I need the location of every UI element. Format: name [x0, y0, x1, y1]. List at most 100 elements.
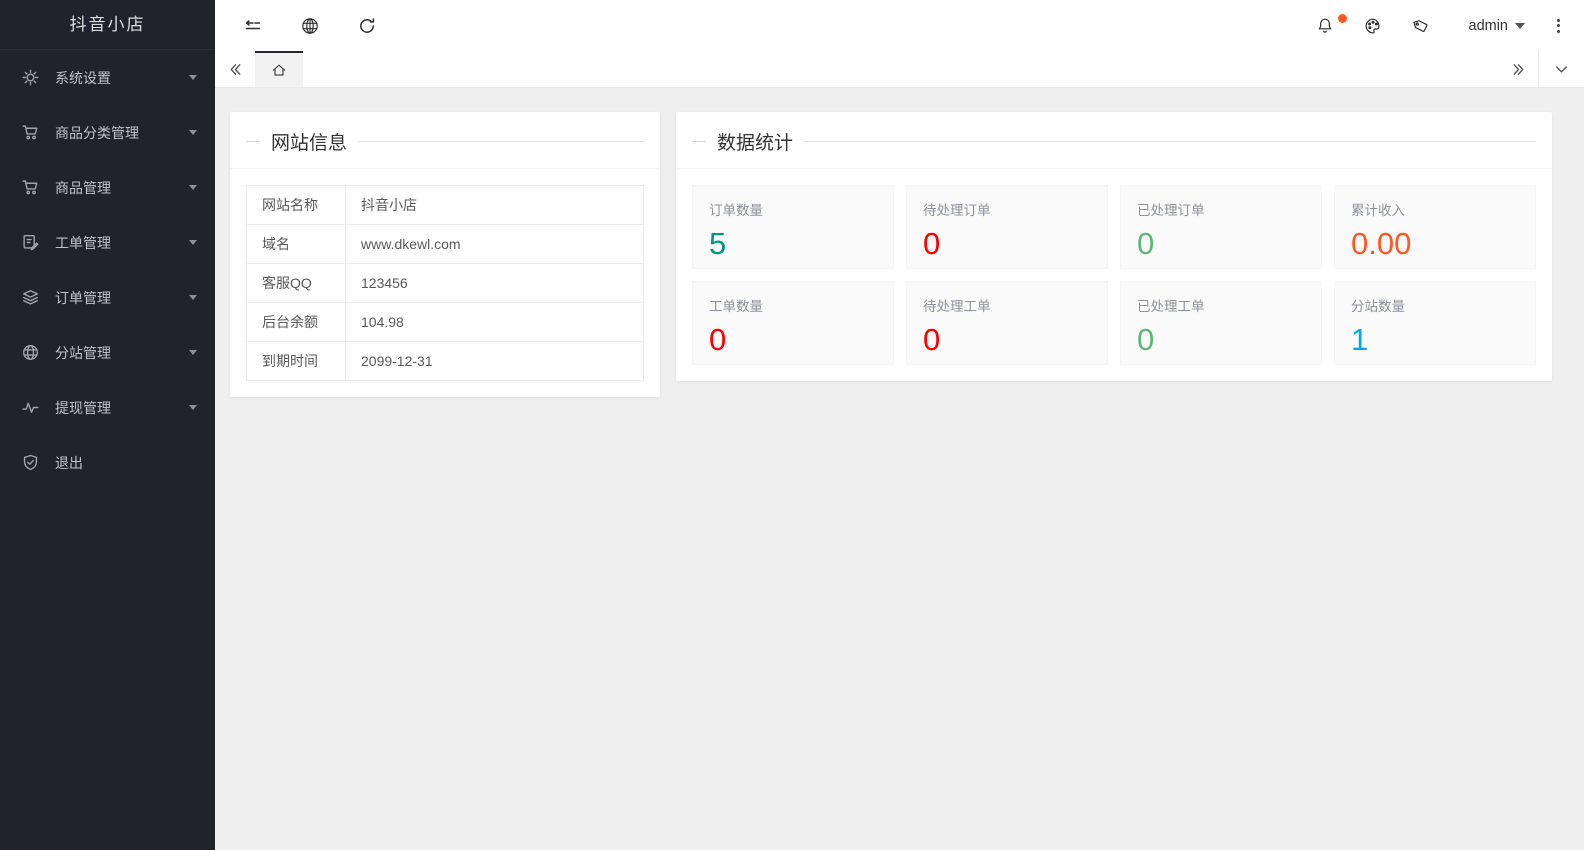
stat-processed-workorders: 已处理工单 0 [1120, 281, 1322, 365]
stat-pending-workorders: 待处理工单 0 [906, 281, 1108, 365]
stat-value: 5 [709, 226, 877, 262]
table-row: 客服QQ 123456 [247, 264, 644, 303]
row-value: 2099-12-31 [346, 342, 644, 381]
bell-icon[interactable] [1315, 16, 1335, 36]
shield-check-icon [22, 454, 39, 471]
row-value: www.dkewl.com [346, 225, 644, 264]
sidebar-item-orders[interactable]: 订单管理 [0, 270, 215, 325]
home-icon [271, 62, 287, 78]
site-info-body: 网站名称 抖音小店 域名 www.dkewl.com 客服QQ 123456 [230, 169, 660, 397]
sidebar-item-logout[interactable]: 退出 [0, 435, 215, 490]
sidebar-item-withdrawals[interactable]: 提现管理 [0, 380, 215, 435]
site-info-card: 网站信息 网站名称 抖音小店 域名 www.dkewl.com [230, 112, 660, 397]
stat-value: 1 [1351, 322, 1519, 358]
sidebar-item-substations[interactable]: 分站管理 [0, 325, 215, 380]
tabs-scroll-left-button[interactable] [215, 51, 255, 87]
stat-value: 0 [923, 226, 1091, 262]
gear-icon [22, 69, 39, 86]
refresh-icon[interactable] [357, 16, 377, 36]
sidebar-item-work-orders[interactable]: 工单管理 [0, 215, 215, 270]
chevron-down-icon [189, 75, 197, 84]
stat-value: 0 [923, 322, 1091, 358]
sidebar-item-product-management[interactable]: 商品管理 [0, 160, 215, 215]
notification-dot [1338, 14, 1347, 23]
cart-icon [22, 124, 39, 141]
table-row: 后台余额 104.98 [247, 303, 644, 342]
user-name: admin [1469, 18, 1509, 34]
collapse-menu-icon[interactable] [243, 16, 263, 36]
sidebar-item-label: 商品分类管理 [55, 123, 189, 143]
tab-bar [215, 51, 1584, 88]
chevron-down-icon [189, 350, 197, 359]
chevron-down-icon [189, 185, 197, 194]
sidebar-item-label: 分站管理 [55, 343, 189, 363]
table-row: 到期时间 2099-12-31 [247, 342, 644, 381]
table-row: 网站名称 抖音小店 [247, 186, 644, 225]
stat-value: 0 [1137, 226, 1305, 262]
stat-label: 待处理工单 [923, 295, 1091, 315]
stat-substation-count: 分站数量 1 [1334, 281, 1536, 365]
tabs-empty-space [303, 51, 1498, 87]
pulse-icon [22, 399, 39, 416]
top-header: admin [215, 0, 1584, 51]
sidebar-item-label: 订单管理 [55, 288, 189, 308]
sidebar-item-label: 系统设置 [55, 68, 189, 88]
site-info-table: 网站名称 抖音小店 域名 www.dkewl.com 客服QQ 123456 [246, 185, 644, 381]
row-label: 到期时间 [247, 342, 346, 381]
palette-icon[interactable] [1363, 16, 1383, 36]
statistics-header: 数据统计 [676, 112, 1552, 169]
globe-icon [22, 344, 39, 361]
statistics-card: 数据统计 订单数量 5 待处理订单 0 已处理订单 0 [676, 112, 1552, 381]
layers-icon [22, 289, 39, 306]
sidebar-menu: 系统设置 商品分类管理 商品管理 [0, 50, 215, 850]
site-info-header: 网站信息 [230, 112, 660, 169]
stat-label: 累计收入 [1351, 199, 1519, 219]
row-label: 网站名称 [247, 186, 346, 225]
tab-home[interactable] [255, 51, 303, 87]
sidebar-item-label: 工单管理 [55, 233, 189, 253]
stat-value: 0 [709, 322, 877, 358]
work-order-icon [22, 234, 39, 251]
user-menu[interactable]: admin [1469, 18, 1526, 34]
row-value: 104.98 [346, 303, 644, 342]
tabs-dropdown-button[interactable] [1538, 51, 1584, 87]
chevron-down-icon [1515, 23, 1525, 34]
app-logo: 抖音小店 [0, 0, 215, 50]
stat-label: 已处理工单 [1137, 295, 1305, 315]
stat-label: 已处理订单 [1137, 199, 1305, 219]
row-label: 客服QQ [247, 264, 346, 303]
stat-total-income: 累计收入 0.00 [1334, 185, 1536, 269]
chevron-down-icon [189, 240, 197, 249]
stat-value: 0 [1137, 322, 1305, 358]
stat-value: 0.00 [1351, 226, 1519, 262]
chevron-down-icon [189, 295, 197, 304]
stat-order-count: 订单数量 5 [692, 185, 894, 269]
kebab-menu-icon[interactable] [1553, 17, 1564, 35]
tabs-scroll-right-button[interactable] [1498, 51, 1538, 87]
chevron-down-icon [189, 130, 197, 139]
stat-label: 订单数量 [709, 199, 877, 219]
cart-icon [22, 179, 39, 196]
stat-workorder-count: 工单数量 0 [692, 281, 894, 365]
site-info-title: 网站信息 [246, 128, 644, 155]
header-right-actions: admin [1315, 16, 1565, 36]
globe-icon[interactable] [300, 16, 320, 36]
stat-label: 工单数量 [709, 295, 877, 315]
table-row: 域名 www.dkewl.com [247, 225, 644, 264]
stat-label: 分站数量 [1351, 295, 1519, 315]
row-value: 123456 [346, 264, 644, 303]
sidebar: 抖音小店 系统设置 商品分类管理 [0, 0, 215, 850]
sidebar-item-product-category[interactable]: 商品分类管理 [0, 105, 215, 160]
chevron-down-icon [1554, 62, 1569, 77]
sidebar-item-label: 退出 [55, 453, 197, 473]
chevron-down-icon [189, 405, 197, 414]
statistics-body: 订单数量 5 待处理订单 0 已处理订单 0 累计收入 0.00 [676, 169, 1552, 381]
sidebar-item-label: 提现管理 [55, 398, 189, 418]
sidebar-item-system-settings[interactable]: 系统设置 [0, 50, 215, 105]
statistics-title: 数据统计 [692, 128, 1536, 155]
row-label: 域名 [247, 225, 346, 264]
stats-grid: 订单数量 5 待处理订单 0 已处理订单 0 累计收入 0.00 [692, 185, 1536, 365]
main-column: admin [215, 0, 1584, 850]
stat-pending-orders: 待处理订单 0 [906, 185, 1108, 269]
tag-icon[interactable] [1411, 16, 1431, 36]
